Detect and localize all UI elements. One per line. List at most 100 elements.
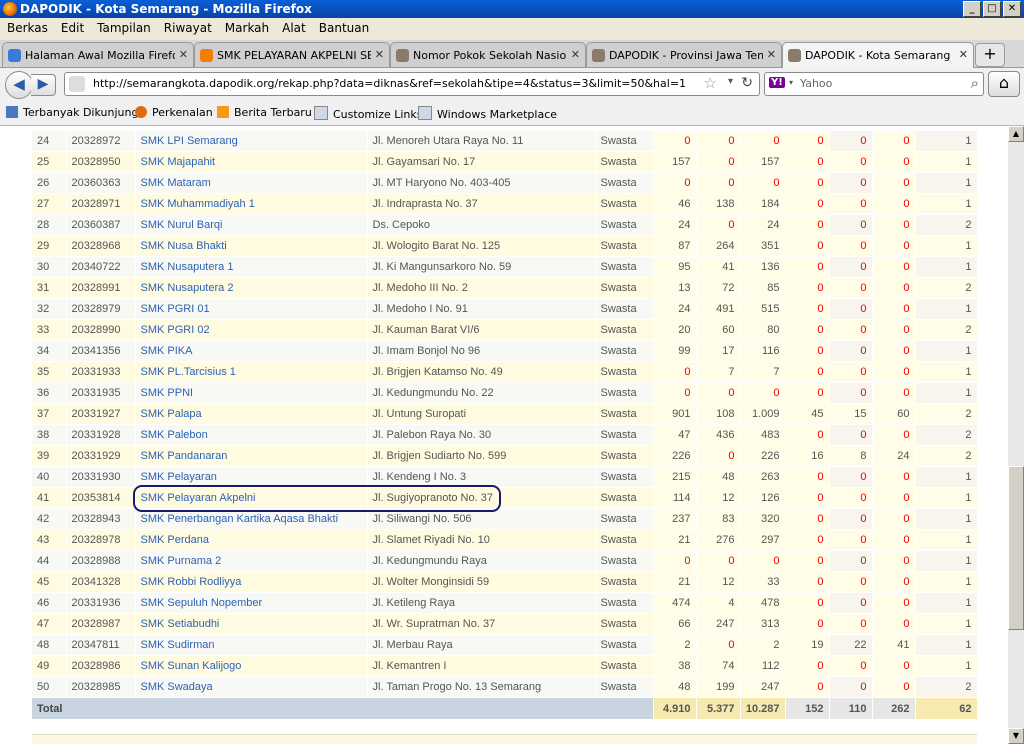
school-name-link[interactable]: SMK PL.Tarcisius 1: [135, 361, 368, 383]
address-cell: Jl. MT Haryono No. 403-405: [367, 172, 596, 194]
scroll-down-icon[interactable]: ▼: [1008, 728, 1024, 744]
value-cell: 320: [740, 508, 786, 530]
value-cell: 85: [740, 277, 786, 299]
bookmark-customize-links[interactable]: Customize Links: [314, 106, 423, 121]
school-name-link[interactable]: SMK Perdana: [135, 529, 368, 551]
menu-riwayat[interactable]: Riwayat: [157, 18, 218, 35]
school-name-link[interactable]: SMK Sunan Kalijogo: [135, 655, 368, 677]
school-name-link[interactable]: SMK Nurul Barqi: [135, 214, 368, 236]
back-button[interactable]: ◀: [5, 71, 33, 99]
value-cell: 80: [740, 319, 786, 341]
value-cell: 24: [653, 298, 697, 320]
close-tab-icon[interactable]: ✕: [959, 48, 968, 61]
close-button[interactable]: ✕: [1003, 1, 1021, 17]
search-icon[interactable]: ⌕: [971, 74, 979, 92]
menu-alat[interactable]: Alat: [275, 18, 312, 35]
school-name-link[interactable]: SMK Pelayaran Akpelni: [135, 487, 368, 509]
reload-icon[interactable]: ↻: [741, 75, 753, 91]
forward-button[interactable]: ▶: [31, 74, 56, 96]
menu-edit[interactable]: Edit: [54, 18, 90, 35]
school-name-link[interactable]: SMK Mataram: [135, 172, 368, 194]
home-button[interactable]: ⌂: [988, 71, 1020, 97]
menu-bantuan[interactable]: Bantuan: [312, 18, 375, 35]
table-row: 40 20331930 SMK Pelayaran Jl. Kendeng I No.…: [32, 466, 978, 488]
school-name-link[interactable]: SMK Setiabudhi: [135, 613, 368, 635]
bookmark-most-visited[interactable]: Terbanyak Dikunjungi: [6, 106, 142, 119]
value-cell: 21: [653, 571, 697, 593]
school-name-link[interactable]: SMK Nusaputera 1: [135, 256, 368, 278]
vertical-scrollbar[interactable]: ▲ ▼: [1008, 126, 1024, 744]
url-text[interactable]: http://semarangkota.dapodik.org/rekap.ph…: [93, 77, 686, 90]
value-cell: 0: [785, 151, 830, 173]
school-name-link[interactable]: SMK Swadaya: [135, 676, 368, 698]
school-name-link[interactable]: SMK PGRI 01: [135, 298, 368, 320]
school-name-link[interactable]: SMK Pandanaran: [135, 445, 368, 467]
yahoo-logo-icon[interactable]: Y!: [769, 77, 785, 88]
menu-berkas[interactable]: Berkas: [0, 18, 54, 35]
bookmark-latest-headlines[interactable]: Berita Terbaru: [217, 106, 312, 119]
value-cell: 1: [915, 382, 978, 404]
new-tab-button[interactable]: +: [975, 43, 1005, 67]
row-number: 45: [32, 571, 67, 593]
close-tab-icon[interactable]: ✕: [571, 48, 580, 61]
tab-smk-pelayaran[interactable]: SMK PELAYARAN AKPELNI SE... ✕: [194, 42, 390, 67]
bookmarks-bar: Terbanyak Dikunjungi Perkenalan Berita T…: [0, 100, 1024, 126]
star-icon[interactable]: ☆: [704, 74, 717, 92]
menu-markah[interactable]: Markah: [218, 18, 275, 35]
value-cell: 436: [696, 424, 741, 446]
school-name-link[interactable]: SMK Pelayaran: [135, 466, 368, 488]
row-number: 30: [32, 256, 67, 278]
scroll-thumb[interactable]: [1008, 466, 1024, 630]
value-cell: 215: [653, 466, 697, 488]
school-name-link[interactable]: SMK Robbi Rodliyya: [135, 571, 368, 593]
row-number: 26: [32, 172, 67, 194]
total-value: 5.377: [696, 697, 741, 720]
school-name-link[interactable]: SMK Palebon: [135, 424, 368, 446]
school-name-link[interactable]: SMK Penerbangan Kartika Aqasa Bhakti: [135, 508, 368, 530]
value-cell: 1: [915, 592, 978, 614]
value-cell: 83: [696, 508, 741, 530]
school-name-link[interactable]: SMK LPI Semarang: [135, 131, 368, 152]
scroll-up-icon[interactable]: ▲: [1008, 126, 1024, 142]
dapodik-icon: [592, 49, 605, 62]
tab-dapodik-kota[interactable]: DAPODIK - Kota Semarang ✕: [782, 42, 974, 68]
status-cell: Swasta: [595, 319, 654, 341]
row-number: 38: [32, 424, 67, 446]
maximize-button[interactable]: □: [983, 1, 1001, 17]
school-name-link[interactable]: SMK Purnama 2: [135, 550, 368, 572]
value-cell: 1: [915, 550, 978, 572]
value-cell: 0: [653, 172, 697, 194]
school-name-link[interactable]: SMK Nusaputera 2: [135, 277, 368, 299]
url-bar[interactable]: http://semarangkota.dapodik.org/rekap.ph…: [64, 72, 760, 96]
search-input[interactable]: Yahoo: [800, 77, 832, 90]
search-bar[interactable]: Y! ▾ Yahoo ⌕: [764, 72, 984, 96]
tab-npsn[interactable]: Nomor Pokok Sekolah Nasiona... ✕: [390, 42, 586, 67]
bookmark-getting-started[interactable]: Perkenalan: [135, 106, 213, 119]
school-name-link[interactable]: SMK PPNI: [135, 382, 368, 404]
school-name-link[interactable]: SMK Palapa: [135, 403, 368, 425]
school-name-link[interactable]: SMK Sudirman: [135, 634, 368, 656]
tab-mozilla-home[interactable]: Halaman Awal Mozilla Firefox ✕: [2, 42, 194, 67]
tab-dapodik-provinsi[interactable]: DAPODIK - Provinsi Jawa Ten... ✕: [586, 42, 782, 67]
close-tab-icon[interactable]: ✕: [375, 48, 384, 61]
site-identity-icon[interactable]: [69, 76, 85, 92]
value-cell: 276: [696, 529, 741, 551]
firefox-icon: [135, 106, 147, 118]
dropdown-icon[interactable]: ▾: [728, 76, 733, 87]
school-name-link[interactable]: SMK Muhammadiyah 1: [135, 193, 368, 215]
bookmark-windows-marketplace[interactable]: Windows Marketplace: [418, 106, 557, 121]
value-cell: 0: [785, 592, 830, 614]
table-row: 30 20340722 SMK Nusaputera 1 Jl. Ki Manguns…: [32, 256, 978, 278]
engine-dropdown-icon[interactable]: ▾: [789, 78, 793, 87]
school-name-link[interactable]: SMK PIKA: [135, 340, 368, 362]
minimize-button[interactable]: _: [963, 1, 981, 17]
search-doc-icon: [6, 106, 18, 118]
status-cell: Swasta: [595, 298, 654, 320]
close-tab-icon[interactable]: ✕: [179, 48, 188, 61]
school-name-link[interactable]: SMK Sepuluh Nopember: [135, 592, 368, 614]
school-name-link[interactable]: SMK Nusa Bhakti: [135, 235, 368, 257]
close-tab-icon[interactable]: ✕: [767, 48, 776, 61]
menu-tampilan[interactable]: Tampilan: [90, 18, 157, 35]
school-name-link[interactable]: SMK PGRI 02: [135, 319, 368, 341]
school-name-link[interactable]: SMK Majapahit: [135, 151, 368, 173]
